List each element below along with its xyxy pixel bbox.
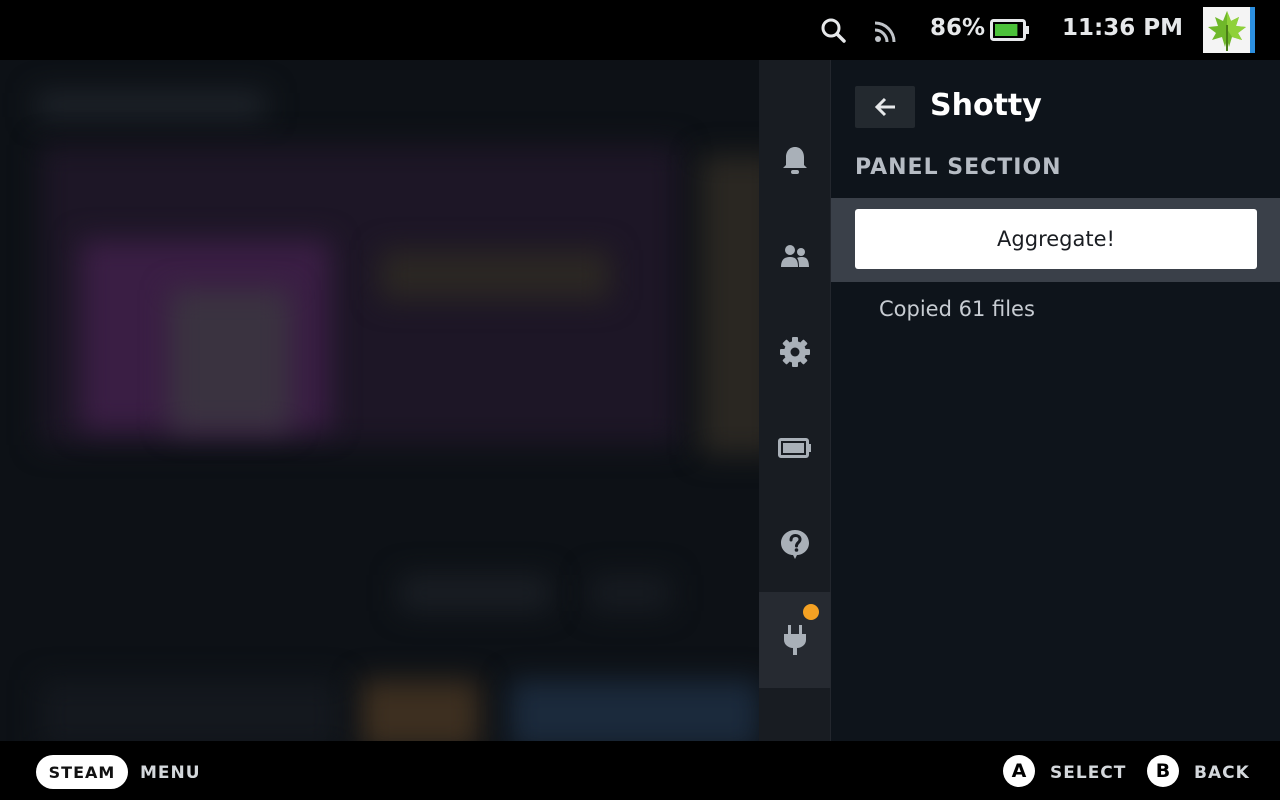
wifi-icon: [873, 18, 899, 44]
tab-plugins[interactable]: [759, 592, 831, 688]
tab-notifications[interactable]: [759, 112, 831, 208]
quick-access-tabs: [759, 60, 831, 741]
plug-icon: [784, 625, 806, 655]
tab-performance[interactable]: [759, 400, 831, 496]
plugin-panel: Shotty PANEL SECTION Aggregate! Copied 6…: [831, 60, 1280, 741]
tab-settings[interactable]: [759, 304, 831, 400]
menu-label: MENU: [140, 763, 201, 783]
battery-percent: 86%: [930, 15, 986, 41]
battery-icon: [990, 19, 1030, 41]
plugin-update-badge: [803, 604, 819, 620]
steam-button[interactable]: STEAM: [36, 755, 128, 789]
battery-fill: [995, 24, 1018, 36]
a-button-icon: A: [1003, 755, 1035, 787]
search-icon[interactable]: [820, 17, 846, 43]
focused-row: Aggregate!: [831, 198, 1280, 282]
gear-icon: [780, 337, 810, 367]
tab-help[interactable]: [759, 496, 831, 592]
status-text: Copied 61 files: [879, 297, 1035, 321]
section-title: PANEL SECTION: [855, 155, 1062, 180]
clock: 11:36 PM: [1062, 15, 1183, 41]
help-icon: [781, 530, 809, 559]
blurred-library-background: [0, 60, 760, 741]
arrow-left-icon: [874, 97, 895, 117]
bell-icon: [783, 147, 807, 174]
status-bar: 86% 11:36 PM: [0, 0, 1280, 60]
battery-tab-icon: [778, 438, 811, 458]
aggregate-button[interactable]: Aggregate!: [855, 209, 1257, 269]
back-button[interactable]: [855, 86, 915, 128]
page-title: Shotty: [930, 88, 1042, 123]
friends-icon: [781, 245, 809, 267]
avatar[interactable]: [1203, 7, 1255, 53]
select-label: SELECT: [1050, 763, 1127, 783]
b-button-icon: B: [1147, 755, 1179, 787]
tab-friends[interactable]: [759, 208, 831, 304]
back-label: BACK: [1194, 763, 1250, 783]
button-hint-bar: STEAM MENU A SELECT B BACK: [0, 741, 1280, 800]
